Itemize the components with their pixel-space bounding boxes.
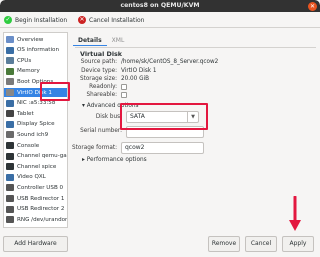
sidebar-item-label: Channel spice <box>17 163 57 170</box>
checkmark-icon: ✓ <box>4 16 12 24</box>
memory-icon <box>6 67 14 75</box>
vm-details-window: centos8 on QEMU/KVM ✕ ✓ Begin Installati… <box>0 0 320 257</box>
detail-tabs: Details XML <box>73 36 129 46</box>
storage-size-value: 20.00 GiB <box>121 76 149 82</box>
rng-icon <box>6 216 14 224</box>
boot-icon <box>6 78 14 86</box>
readonly-label: Readonly: <box>89 84 117 90</box>
sidebar-item-label: Tablet <box>17 110 34 117</box>
title-bar: centos8 on QEMU/KVM ✕ <box>0 0 320 12</box>
sidebar-item-label: RNG /dev/urandom <box>17 216 68 223</box>
virtual-disk-heading: Virtual Disk <box>80 50 123 58</box>
cancel-installation-button[interactable]: ✕ Cancel Installation <box>78 15 144 25</box>
sound-icon <box>6 131 14 139</box>
sidebar-item-label: CPUs <box>17 57 32 64</box>
sidebar-item[interactable]: Tablet <box>4 109 67 118</box>
add-hardware-button[interactable]: Add Hardware <box>3 236 68 252</box>
sidebar-item-label: Memory <box>17 68 40 75</box>
sidebar-item-label: OS information <box>17 47 60 54</box>
hardware-list: Overview OS information CPUs Memory Boot Opt… <box>3 32 68 228</box>
channel-icon <box>6 163 14 171</box>
highlight-box-disk-item <box>40 82 70 101</box>
sidebar-item[interactable]: CPUs <box>4 56 67 65</box>
remove-button[interactable]: Remove <box>208 236 240 252</box>
performance-options-expander[interactable]: ▸ Performance options <box>82 157 147 163</box>
cancel-installation-label: Cancel Installation <box>89 16 145 24</box>
sidebar-item-label: Controller USB 0 <box>17 184 64 191</box>
sidebar-item-label: Sound ich9 <box>17 131 49 138</box>
sidebar-item-label: Overview <box>17 36 44 43</box>
overview-icon <box>6 36 14 43</box>
readonly-checkbox[interactable] <box>121 84 127 90</box>
sidebar-item[interactable]: OS information <box>4 46 67 55</box>
highlight-box-disk-bus <box>120 103 208 130</box>
sidebar-item-label: Console <box>17 142 40 149</box>
storage-size-label: Storage size: <box>79 76 117 82</box>
cpu-icon <box>6 57 14 65</box>
disk-bus-label: Disk bus: <box>95 114 122 120</box>
sidebar-item[interactable]: Sound ich9 <box>4 130 67 139</box>
sidebar-item-label: USB Redirector 1 <box>17 195 65 202</box>
red-arrow-annotation <box>289 196 301 231</box>
sidebar-item[interactable]: Video QXL <box>4 173 67 182</box>
usb-icon <box>6 205 14 213</box>
sidebar-item[interactable]: Memory <box>4 67 67 76</box>
sidebar-item-label: Display Spice <box>17 121 55 128</box>
usb-icon <box>6 195 14 202</box>
sidebar-item-label: Channel qemu-ga <box>17 153 67 160</box>
cancel-button[interactable]: Cancel <box>245 236 277 252</box>
apply-button[interactable]: Apply <box>282 236 314 252</box>
tab-xml[interactable]: XML <box>107 36 130 46</box>
sidebar-item[interactable]: Controller USB 0 <box>4 183 67 192</box>
begin-installation-label: Begin Installation <box>15 16 68 24</box>
window-title: centos8 on QEMU/KVM <box>120 2 200 9</box>
device-type-label: Device type: <box>81 68 117 74</box>
toolbar: ✓ Begin Installation ✕ Cancel Installati… <box>0 12 320 28</box>
video-icon <box>6 173 14 181</box>
serial-number-label: Serial number: <box>80 128 122 134</box>
sidebar-item[interactable]: Console <box>4 141 67 150</box>
storage-format-label: Storage format: <box>72 145 117 151</box>
source-path-label: Source path: <box>80 59 117 65</box>
sidebar-item[interactable]: Channel qemu-ga <box>4 152 67 161</box>
sidebar-item[interactable]: RNG /dev/urandom <box>4 215 68 224</box>
display-icon <box>6 120 14 128</box>
os-info-icon <box>6 46 14 54</box>
tablet-icon <box>6 110 14 118</box>
sidebar-item-label: Video QXL <box>17 174 46 181</box>
tab-details[interactable]: Details <box>73 36 107 46</box>
console-icon <box>6 142 14 149</box>
shareable-label: Shareable: <box>86 92 117 98</box>
sidebar-item-label: USB Redirector 2 <box>17 206 65 213</box>
sidebar-item[interactable]: Display Spice <box>4 120 67 129</box>
controller-icon <box>6 184 14 192</box>
cancel-icon: ✕ <box>78 16 86 24</box>
storage-format-input[interactable]: qcow2 <box>121 142 204 154</box>
sidebar-item[interactable]: USB Redirector 1 <box>4 194 67 203</box>
window-close-button[interactable]: ✕ <box>308 1 317 11</box>
sidebar-item[interactable]: Channel spice <box>4 162 67 171</box>
nic-icon <box>6 99 14 107</box>
sidebar-item[interactable]: Overview <box>4 35 67 44</box>
disk-icon <box>6 89 14 96</box>
channel-icon <box>6 152 14 160</box>
source-path-value: /home/sk/CentOS_8_Server.qcow2 <box>121 59 219 65</box>
shareable-checkbox[interactable] <box>121 92 127 98</box>
sidebar-item[interactable]: USB Redirector 2 <box>4 205 67 214</box>
begin-installation-button[interactable]: ✓ Begin Installation <box>4 15 67 25</box>
device-type-value: VirtIO Disk 1 <box>121 68 157 74</box>
